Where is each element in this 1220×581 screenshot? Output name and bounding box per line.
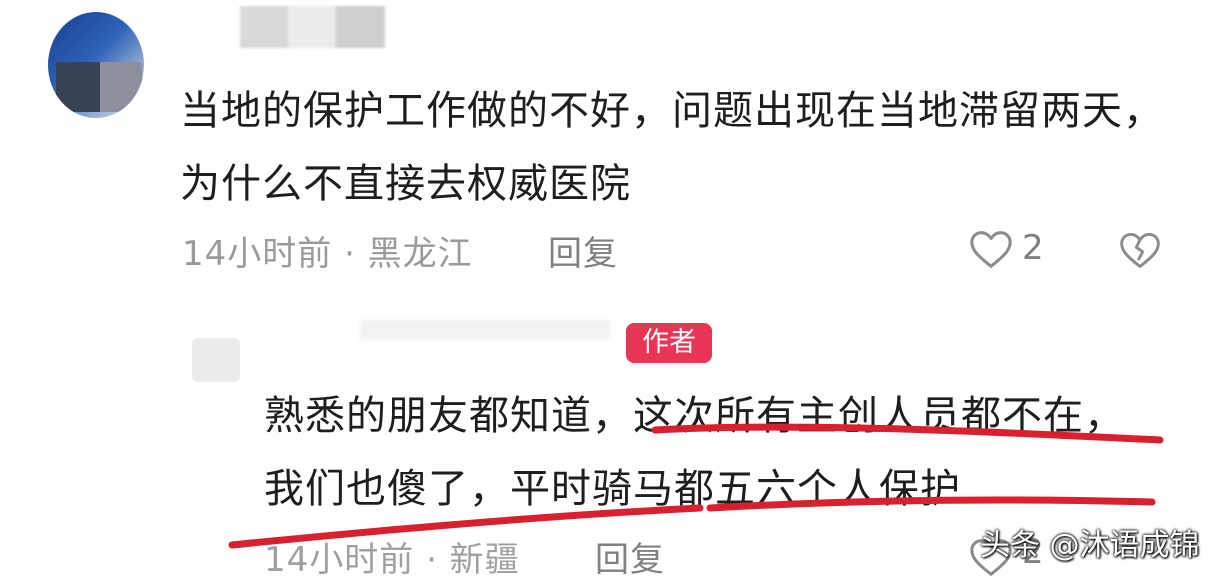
avatar-mosaic-block	[56, 62, 100, 112]
username-blurred[interactable]	[360, 320, 610, 340]
broken-heart-icon[interactable]	[1118, 228, 1162, 272]
comment-meta: 14小时前 · 新疆	[264, 540, 520, 580]
heart-outline-icon[interactable]	[968, 226, 1014, 272]
user-avatar[interactable]	[192, 338, 240, 382]
reply-button[interactable]: 回复	[595, 532, 665, 581]
avatar-mosaic-block	[100, 62, 142, 112]
comment-text: 当地的保护工作做的不好，问题出现在当地滞留两天，为什么不直接去权威医院	[180, 88, 1164, 207]
comment-meta: 14小时前 · 黑龙江	[182, 234, 473, 274]
username-blurred[interactable]	[240, 6, 385, 48]
user-avatar[interactable]	[48, 12, 144, 118]
comment-text: 熟悉的朋友都知道，这次所有主创人员都不在，我们也傻了，平时骑马都五六个人保护	[264, 393, 1125, 512]
author-badge: 作者	[626, 323, 712, 363]
like-count: 2	[1022, 228, 1044, 268]
watermark: 头条 @沐语成锦	[980, 528, 1200, 563]
reply-button[interactable]: 回复	[548, 226, 618, 275]
